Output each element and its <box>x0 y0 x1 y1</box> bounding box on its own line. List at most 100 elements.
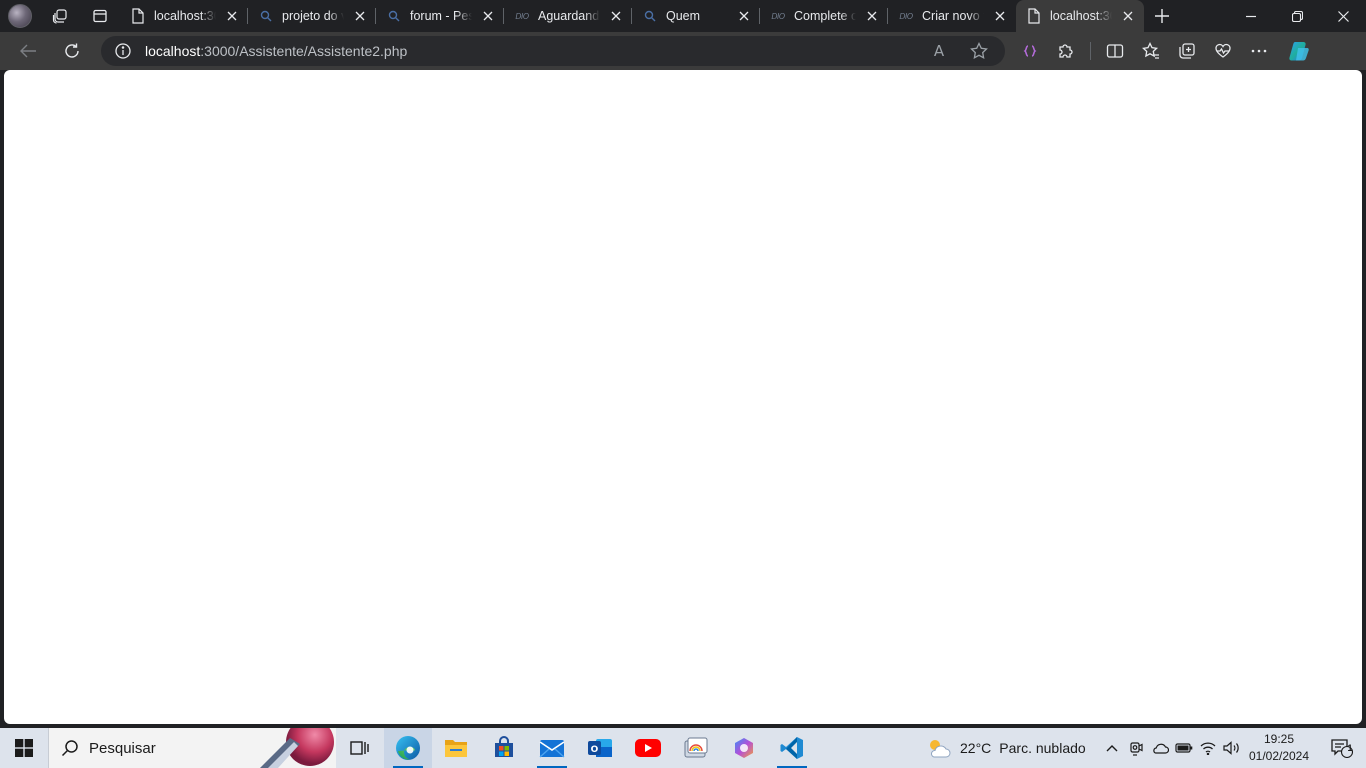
tab-localhost[interactable]: localhost:3000 <box>120 0 248 32</box>
battery-button[interactable] <box>1172 728 1196 768</box>
browser-essentials-button[interactable] <box>1205 35 1241 67</box>
taskbar-edge[interactable] <box>384 728 432 768</box>
settings-more-button[interactable] <box>1241 35 1277 67</box>
taskbar-outlook[interactable]: O <box>576 728 624 768</box>
taskbar: Pesquisar O 22°C Parc. nublado 19:25 01/… <box>0 728 1366 768</box>
tab-list: localhost:3000 projeto do visual <box>120 0 1144 32</box>
profile-button[interactable] <box>0 0 40 32</box>
tab-forum[interactable]: forum - Pesquisa <box>376 0 504 32</box>
address-bar[interactable]: localhost:3000/Assistente/Assistente2.ph… <box>101 36 1005 66</box>
search-placeholder: Pesquisar <box>89 739 156 757</box>
volume-button[interactable] <box>1220 728 1244 768</box>
page-icon <box>1026 8 1042 24</box>
mail-icon <box>539 740 565 758</box>
tab-strip: localhost:3000 projeto do visual <box>0 0 1366 32</box>
dio-icon: DIO <box>899 11 913 21</box>
speaker-icon <box>1223 741 1239 755</box>
browser-toolbar: localhost:3000/Assistente/Assistente2.ph… <box>0 32 1366 70</box>
url-text[interactable]: localhost:3000/Assistente/Assistente2.ph… <box>145 43 407 59</box>
svg-text:O: O <box>591 745 599 755</box>
refresh-button[interactable] <box>54 35 90 67</box>
info-icon[interactable] <box>115 43 131 59</box>
chevron-up-icon <box>1106 745 1118 752</box>
heart-pulse-icon <box>1215 43 1231 58</box>
notification-badge: 1 <box>1347 743 1353 753</box>
read-aloud-icon: A <box>933 42 945 60</box>
tab-title: Complete o <box>794 9 856 23</box>
workspaces-button[interactable] <box>40 0 80 32</box>
weather-temperature: 22°C <box>960 740 992 756</box>
window-controls <box>1228 0 1366 32</box>
taskbar-microsoft-store[interactable] <box>480 728 528 768</box>
copilot-icon <box>1289 42 1309 61</box>
weather-widget[interactable]: 22°C Parc. nublado <box>926 728 1086 768</box>
taskbar-search[interactable]: Pesquisar <box>48 728 336 768</box>
collections-icon <box>1179 43 1195 59</box>
notification-center-button[interactable]: 1 <box>1322 728 1362 768</box>
weather-condition: Parc. nublado <box>999 740 1086 756</box>
copilot-icon <box>735 738 753 758</box>
clock-time: 19:25 <box>1263 732 1295 746</box>
taskbar-photos[interactable] <box>672 728 720 768</box>
tab-localhost-active[interactable]: localhost:3000 <box>1016 0 1144 32</box>
minimize-icon <box>1246 15 1256 18</box>
tab-aguardando[interactable]: DIO Aguardando <box>504 0 632 32</box>
taskbar-file-explorer[interactable] <box>432 728 480 768</box>
wifi-button[interactable] <box>1196 728 1220 768</box>
favorites-button[interactable] <box>1133 35 1169 67</box>
task-view-button[interactable] <box>336 728 384 768</box>
taskbar-mail[interactable] <box>528 728 576 768</box>
split-screen-button[interactable] <box>1097 35 1133 67</box>
search-highlight-art <box>260 728 334 768</box>
minimize-button[interactable] <box>1228 0 1274 32</box>
page-icon <box>130 8 146 24</box>
onedrive-button[interactable] <box>1148 728 1172 768</box>
taskbar-copilot[interactable] <box>720 728 768 768</box>
new-tab-button[interactable] <box>1144 0 1180 32</box>
extensions-button[interactable] <box>1048 35 1084 67</box>
task-view-icon <box>350 741 369 755</box>
favorite-button[interactable] <box>961 35 997 67</box>
search-icon <box>61 740 78 757</box>
close-icon[interactable] <box>992 8 1008 24</box>
battery-icon <box>1175 743 1193 753</box>
show-hidden-icons-button[interactable] <box>1100 728 1124 768</box>
tab-criar-novo[interactable]: DIO Criar novo tópico <box>888 0 1016 32</box>
start-button[interactable] <box>0 728 48 768</box>
close-icon[interactable] <box>864 8 880 24</box>
close-icon[interactable] <box>480 8 496 24</box>
extension-braces-button[interactable] <box>1012 35 1048 67</box>
tab-actions-button[interactable] <box>80 0 120 32</box>
camera-icon <box>1130 742 1143 756</box>
close-icon[interactable] <box>352 8 368 24</box>
back-button[interactable] <box>10 35 46 67</box>
close-icon[interactable] <box>608 8 624 24</box>
restore-icon <box>1291 10 1303 22</box>
close-window-button[interactable] <box>1320 0 1366 32</box>
clock-date: 01/02/2024 <box>1248 749 1310 763</box>
taskbar-vscode[interactable] <box>768 728 816 768</box>
puzzle-icon <box>1059 44 1073 58</box>
tab-projeto[interactable]: projeto do visual <box>248 0 376 32</box>
read-aloud-button[interactable]: A <box>921 35 957 67</box>
close-icon[interactable] <box>224 8 240 24</box>
collections-button[interactable] <box>1169 35 1205 67</box>
tab-quem[interactable]: Quem <box>632 0 760 32</box>
youtube-icon <box>635 739 661 757</box>
url-path: :3000/Assistente/Assistente2.php <box>200 43 408 59</box>
meet-now-button[interactable] <box>1124 728 1148 768</box>
web-content-area[interactable] <box>4 70 1362 724</box>
restore-button[interactable] <box>1274 0 1320 32</box>
tab-complete[interactable]: DIO Complete o <box>760 0 888 32</box>
copilot-button[interactable] <box>1281 35 1317 67</box>
close-icon[interactable] <box>1120 8 1136 24</box>
system-clock[interactable]: 19:25 01/02/2024 <box>1244 731 1314 765</box>
toolbar-divider <box>1090 42 1091 60</box>
taskbar-youtube[interactable] <box>624 728 672 768</box>
back-arrow-icon <box>20 44 36 58</box>
close-icon[interactable] <box>736 8 752 24</box>
tab-title: Criar novo tópico <box>922 9 984 23</box>
split-screen-icon <box>1106 44 1124 58</box>
vscode-icon <box>780 737 803 759</box>
search-icon <box>642 8 658 24</box>
